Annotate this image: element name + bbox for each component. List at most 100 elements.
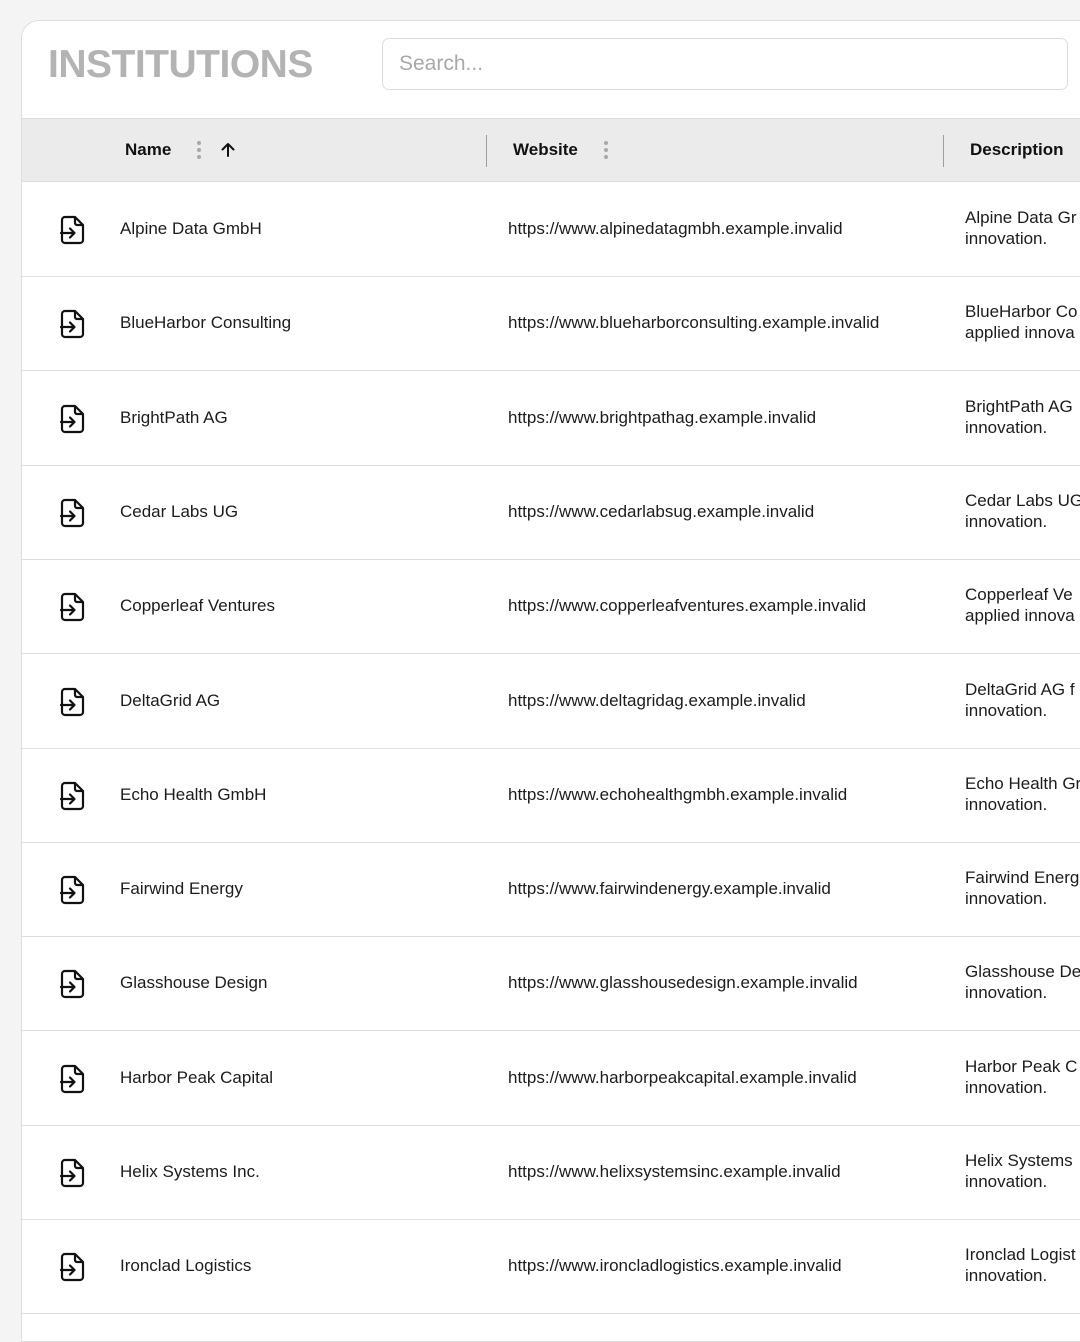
cell-website: https://www.ironcladlogistics.example.in… <box>508 1256 842 1276</box>
cell-description: Fairwind Energ innovation. <box>965 867 1079 909</box>
cell-name: Helix Systems Inc. <box>120 1162 260 1181</box>
file-arrow-right-icon[interactable] <box>58 214 88 246</box>
file-arrow-right-icon[interactable] <box>58 780 88 812</box>
kebab-menu-icon[interactable] <box>193 137 205 163</box>
toolbar: INSTITUTIONS <box>22 21 1080 118</box>
table-row[interactable]: Echo Health GmbH https://www.echohealthgm… <box>22 748 1080 843</box>
cell-description: Glasshouse De innovation. <box>965 961 1080 1003</box>
cell-name: Echo Health GmbH <box>120 784 267 804</box>
cell-name: Fairwind Energy <box>120 879 243 899</box>
column-header-name[interactable]: Name <box>125 119 237 181</box>
description-line: innovation. <box>965 794 1048 814</box>
description-line: Helix Systems <box>965 1151 1073 1170</box>
table-header: Name Website Description <box>22 118 1080 182</box>
table-row[interactable]: Fairwind Energy https://www.fairwindenerg… <box>22 843 1080 938</box>
table-row[interactable]: BrightPath AG https://www.brightpathag.ex… <box>22 371 1080 466</box>
file-arrow-right-icon[interactable] <box>58 686 88 718</box>
description-line: Glasshouse De <box>965 962 1080 982</box>
description-line: Ironclad Logist <box>965 1245 1076 1265</box>
institutions-panel: INSTITUTIONS Name Website Description Al… <box>21 20 1080 1342</box>
table-row[interactable]: BlueHarbor Consulting https://www.bluehar… <box>22 277 1080 372</box>
cell-description: Copperleaf Ve applied innova <box>965 584 1075 626</box>
description-line: applied innova <box>965 606 1075 626</box>
cell-description: Echo Health Gr innovation. <box>965 773 1080 815</box>
cell-website: https://www.harborpeakcapital.example.in… <box>508 1067 857 1087</box>
file-arrow-right-icon[interactable] <box>58 874 88 906</box>
description-line: innovation. <box>965 983 1048 1003</box>
cell-description: Alpine Data Gr innovation. <box>965 207 1077 249</box>
cell-name: Cedar Labs UG <box>120 501 239 521</box>
cell-name: DeltaGrid AG <box>120 690 221 710</box>
cell-website: https://www.fairwindenergy.example.inval… <box>508 879 831 899</box>
description-line: Echo Health Gr <box>965 773 1080 793</box>
kebab-menu-icon[interactable] <box>600 137 612 163</box>
file-arrow-right-icon[interactable] <box>58 1251 88 1283</box>
column-header-website[interactable]: Website <box>513 119 612 181</box>
description-line: Copperleaf Ve <box>965 585 1073 605</box>
column-label-website: Website <box>513 140 578 159</box>
cell-description: Helix Systems innovation. <box>965 1150 1073 1192</box>
cell-website: https://www.copperleafventures.example.i… <box>508 596 867 616</box>
column-header-description[interactable]: Description <box>970 119 1064 181</box>
cell-name: BlueHarbor Consulting <box>120 313 292 333</box>
description-line: innovation. <box>965 417 1048 437</box>
cell-website: https://www.brightpathag.example.invalid <box>508 407 817 427</box>
cell-name: Glasshouse Design <box>120 973 268 993</box>
description-line: Cedar Labs UG <box>965 490 1080 510</box>
description-line: innovation. <box>965 229 1048 248</box>
description-line: Fairwind Energ <box>965 868 1080 888</box>
description-line: innovation. <box>965 1266 1048 1286</box>
cell-name: Harbor Peak Capital <box>120 1067 274 1087</box>
page-title: INSTITUTIONS <box>48 43 313 86</box>
cell-website: https://www.cedarlabsug.example.invalid <box>508 501 815 521</box>
column-label-description: Description <box>970 140 1064 159</box>
cell-website: https://www.glasshousedesign.example.inv… <box>508 973 858 993</box>
table-row[interactable]: Ironclad Logistics https://www.ironcladlo… <box>22 1220 1080 1315</box>
table-row[interactable]: Harbor Peak Capital https://www.harborpea… <box>22 1031 1080 1126</box>
description-line: innovation. <box>965 700 1048 720</box>
table-row[interactable]: DeltaGrid AG https://www.deltagridag.exam… <box>22 654 1080 749</box>
cell-name: Ironclad Logistics <box>120 1256 252 1276</box>
file-arrow-right-icon[interactable] <box>58 403 88 435</box>
cell-description: DeltaGrid AG f innovation. <box>965 679 1075 721</box>
cell-website: https://www.alpinedatagmbh.example.inval… <box>508 219 843 238</box>
file-arrow-right-icon[interactable] <box>58 1063 88 1095</box>
description-line: innovation. <box>965 1172 1048 1191</box>
column-label-name: Name <box>125 140 172 159</box>
description-line: Alpine Data Gr <box>965 208 1077 227</box>
cell-website: https://www.blueharborconsulting.example… <box>508 313 880 333</box>
cell-description: Ironclad Logist innovation. <box>965 1244 1076 1286</box>
arrow-up-icon[interactable] <box>219 141 237 159</box>
cell-name: Copperleaf Ventures <box>120 596 275 616</box>
cell-website: https://www.deltagridag.example.invalid <box>508 690 806 710</box>
description-line: innovation. <box>965 1077 1048 1097</box>
description-line: applied innova <box>965 323 1075 343</box>
description-line: innovation. <box>965 889 1048 909</box>
table-row[interactable]: Cedar Labs UG https://www.cedarlabsug.exa… <box>22 465 1080 560</box>
cell-website: https://www.helixsystemsinc.example.inva… <box>508 1162 841 1181</box>
description-line: BrightPath AG <box>965 396 1073 416</box>
cell-description: BlueHarbor Co applied innova <box>965 301 1077 343</box>
search-input[interactable] <box>382 38 1068 90</box>
table-row[interactable]: Glasshouse Design https://www.glasshoused… <box>22 937 1080 1032</box>
description-line: innovation. <box>965 511 1048 531</box>
file-arrow-right-icon[interactable] <box>58 308 88 340</box>
description-line: DeltaGrid AG f <box>965 679 1075 699</box>
cell-description: BrightPath AG innovation. <box>965 396 1073 438</box>
file-arrow-right-icon[interactable] <box>58 497 88 529</box>
cell-description: Cedar Labs UG innovation. <box>965 490 1080 532</box>
column-resize-handle[interactable] <box>943 135 944 167</box>
description-line: Harbor Peak C <box>965 1056 1078 1076</box>
column-resize-handle[interactable] <box>486 135 487 167</box>
table-row[interactable]: Copperleaf Ventures https://www.copperlea… <box>22 560 1080 655</box>
file-arrow-right-icon[interactable] <box>58 591 88 623</box>
cell-website: https://www.echohealthgmbh.example.inval… <box>508 784 848 804</box>
cell-name: BrightPath AG <box>120 407 228 427</box>
cell-description: Harbor Peak Cinnovation. <box>965 1056 1077 1098</box>
cell-name: Alpine Data GmbH <box>120 219 262 238</box>
table-row[interactable]: Helix Systems Inc. https://www.helixsyste… <box>22 1126 1080 1220</box>
table-row[interactable]: Alpine Data GmbH https://www.alpinedatagm… <box>22 183 1080 277</box>
description-line: BlueHarbor Co <box>965 302 1078 322</box>
file-arrow-right-icon[interactable] <box>58 968 88 1000</box>
file-arrow-right-icon[interactable] <box>58 1157 88 1189</box>
